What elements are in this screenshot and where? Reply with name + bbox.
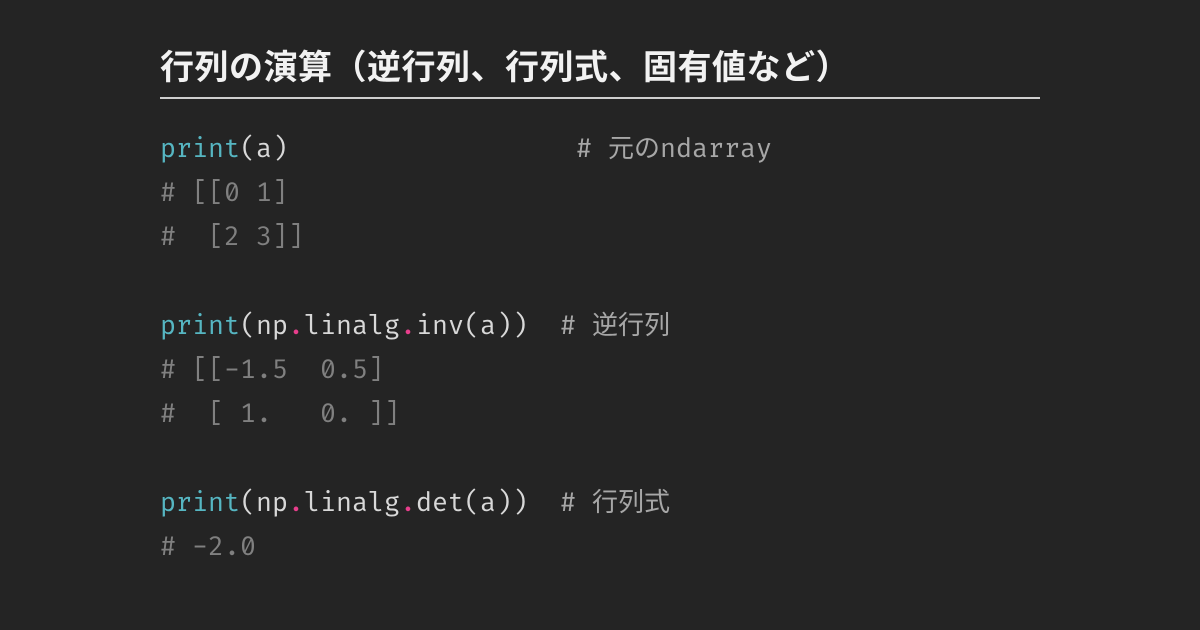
code-token: # [ 1. 0. ]] — [160, 398, 400, 430]
code-token: det(a)) — [416, 487, 560, 519]
code-token: print — [160, 133, 240, 165]
code-token: # 行列式 — [560, 487, 670, 519]
code-token: print — [160, 487, 240, 519]
code-token: # -2.0 — [160, 531, 256, 563]
page-title: 行列の演算（逆行列、行列式、固有値など） — [160, 40, 1040, 99]
code-token: . — [288, 310, 304, 342]
code-token: linalg — [304, 487, 400, 519]
code-token: inv(a)) — [416, 310, 560, 342]
code-token: # [[-1.5 0.5] — [160, 354, 384, 386]
code-token: . — [400, 487, 416, 519]
code-token: # 逆行列 — [560, 310, 670, 342]
code-token: . — [400, 310, 416, 342]
code-block: print(a) # 元のndarray # [[0 1] # [2 3]] p… — [160, 127, 1040, 569]
code-token: # [[0 1] — [160, 177, 288, 209]
code-token: (np — [240, 310, 288, 342]
code-token: # 元のndarray — [576, 133, 772, 165]
code-token: # [2 3]] — [160, 221, 304, 253]
code-token: (a) — [240, 133, 576, 165]
code-token: print — [160, 310, 240, 342]
code-token: . — [288, 487, 304, 519]
code-token: linalg — [304, 310, 400, 342]
code-token: (np — [240, 487, 288, 519]
